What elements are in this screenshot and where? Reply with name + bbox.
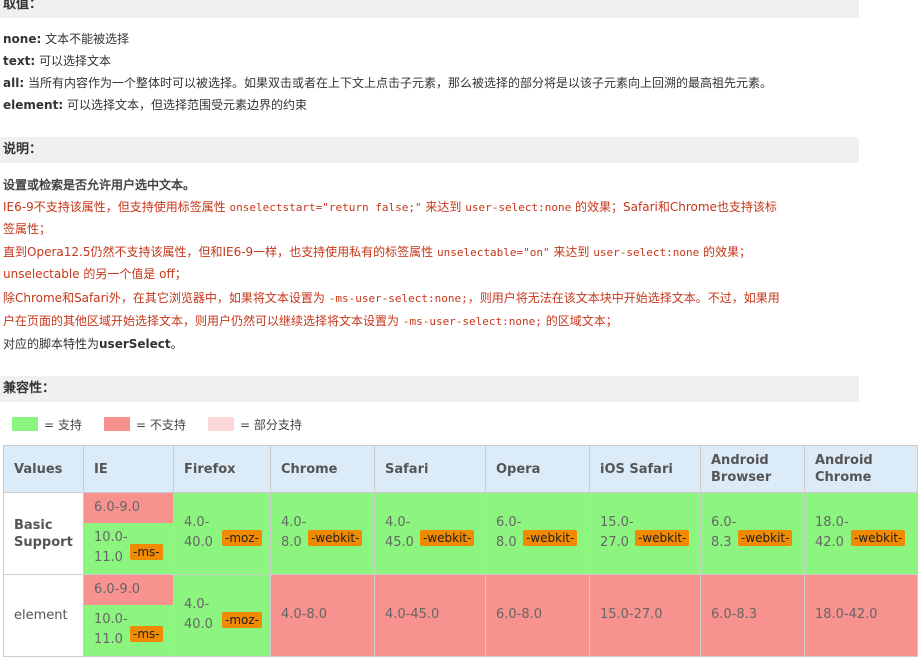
legend-no-support: = 不支持 <box>104 417 186 433</box>
table-row: element 6.0-9.0 10.0-11.0 -ms- 4.0-40.0-… <box>3 574 918 657</box>
ie-support: 10.0-11.0 -ms- <box>84 523 173 574</box>
notes-line-7: 对应的脚本特性为userSelect。 <box>3 337 183 351</box>
header-android-browser: Android Browser <box>700 445 805 493</box>
header-android-chrome: Android Chrome <box>804 445 918 493</box>
cell-android-browser: 6.0-8.3 <box>700 574 805 657</box>
values-heading: 取值： <box>0 0 859 18</box>
header-values: Values <box>3 445 84 493</box>
cell-android-chrome: 18.0-42.0 <box>804 574 918 657</box>
notes-line-2: 签属性； <box>3 222 52 236</box>
cell-android-chrome: 18.0-42.0 -webkit- <box>804 492 918 575</box>
value-item-all: all: 当所有内容作为一个整体时可以被选择。如果双击或者在上下文上点击子元素，… <box>3 76 772 90</box>
prefix-badge: -webkit- <box>523 530 578 546</box>
prefix-badge: -webkit- <box>308 530 363 546</box>
header-ios-safari: iOS Safari <box>589 445 701 493</box>
prefix-badge: -webkit- <box>420 530 475 546</box>
legend-support: = 支持 <box>12 417 82 433</box>
notes-line-4: unselectable 的另一个值是 off； <box>3 267 187 281</box>
cell-ios-safari: 15.0-27.0 -webkit- <box>589 492 701 575</box>
header-firefox: Firefox <box>173 445 271 493</box>
cell-firefox: 4.0-40.0 -moz- <box>173 574 271 657</box>
cell-opera: 6.0-8.0 <box>485 574 590 657</box>
header-opera: Opera <box>485 445 590 493</box>
notes-heading: 说明： <box>0 137 859 163</box>
compat-heading: 兼容性： <box>0 376 859 402</box>
notes-intro: 设置或检索是否允许用户选中文本。 <box>3 178 196 192</box>
legend-swatch-partial <box>208 417 234 431</box>
prefix-badge: -moz- <box>222 530 262 546</box>
notes-line-5: 除Chrome和Safari外，在其它浏览器中，如果将文本设置为 -ms-use… <box>3 291 780 305</box>
header-ie: IE <box>83 445 174 493</box>
ie-support: 10.0-11.0 -ms- <box>84 605 173 656</box>
value-item-text: text: 可以选择文本 <box>3 54 111 68</box>
table-header-row: Values IE Firefox Chrome Safari Opera iO… <box>3 445 918 493</box>
cell-ios-safari: 15.0-27.0 <box>589 574 701 657</box>
notes-line-1: IE6-9不支持该属性，但支持使用标签属性 onselectstart="ret… <box>3 200 777 214</box>
cell-chrome: 4.0-8.0 -webkit- <box>270 492 375 575</box>
prefix-badge: -ms- <box>130 544 163 560</box>
legend-partial: = 部分支持 <box>208 417 302 433</box>
value-item-element: element: 可以选择文本，但选择范围受元素边界的约束 <box>3 98 307 112</box>
row-label: element <box>3 574 84 657</box>
prefix-badge: -moz- <box>222 612 262 628</box>
notes-line-6: 户在页面的其他区域开始选择文本，则用户仍然可以继续选择将文本设置为 -ms-us… <box>3 314 618 328</box>
legend-swatch-support <box>12 417 38 431</box>
compat-table: Values IE Firefox Chrome Safari Opera iO… <box>3 445 918 657</box>
cell-safari: 4.0-45.0 <box>374 574 486 657</box>
ie-no-support: 6.0-9.0 <box>84 493 173 523</box>
cell-android-browser: 6.0-8.3 -webkit- <box>700 492 805 575</box>
header-safari: Safari <box>374 445 486 493</box>
notes-line-3: 直到Opera12.5仍然不支持该属性，但和IE6-9一样，也支持使用私有的标签… <box>3 245 752 259</box>
ie-no-support: 6.0-9.0 <box>84 575 173 605</box>
table-row: Basic Support 6.0-9.0 10.0-11.0 -ms- 4.0… <box>3 492 918 575</box>
cell-ie: 6.0-9.0 10.0-11.0 -ms- <box>83 574 174 657</box>
value-item-none: none: 文本不能被选择 <box>3 32 130 46</box>
header-chrome: Chrome <box>270 445 375 493</box>
prefix-badge: -webkit- <box>851 530 906 546</box>
cell-chrome: 4.0-8.0 <box>270 574 375 657</box>
cell-firefox: 4.0-40.0 -moz- <box>173 492 271 575</box>
prefix-badge: -webkit- <box>738 530 793 546</box>
cell-opera: 6.0-8.0 -webkit- <box>485 492 590 575</box>
row-label: Basic Support <box>3 492 84 575</box>
legend-swatch-no-support <box>104 417 130 431</box>
prefix-badge: -webkit- <box>635 530 690 546</box>
cell-safari: 4.0-45.0 -webkit- <box>374 492 486 575</box>
cell-ie: 6.0-9.0 10.0-11.0 -ms- <box>83 492 174 575</box>
prefix-badge: -ms- <box>130 626 163 642</box>
